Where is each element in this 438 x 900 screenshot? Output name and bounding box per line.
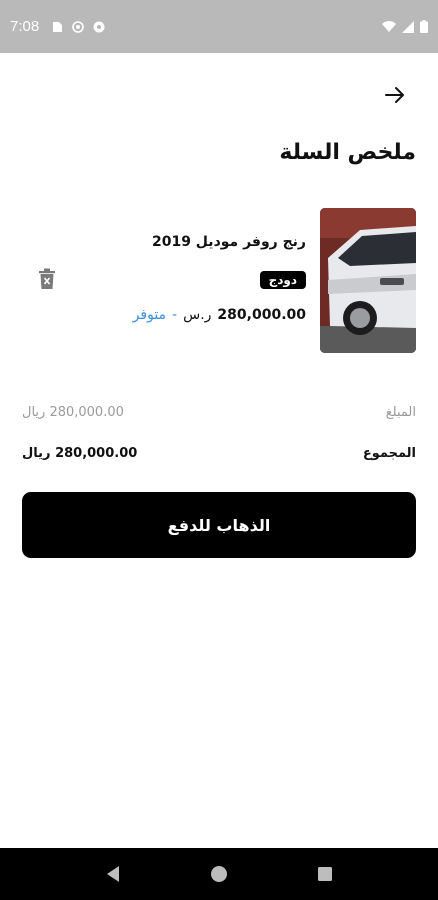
status-time: 7:08 (10, 18, 40, 35)
wifi-icon (382, 20, 396, 32)
nav-recents-button[interactable] (315, 864, 335, 884)
total-row: 280,000.00 ريال المجموع (22, 446, 416, 461)
total-label: المجموع (362, 446, 416, 461)
recents-square-icon (318, 867, 332, 881)
cart-item: رنج روفر موديل 2019 دودج 280,000.00 ر.س … (0, 208, 438, 356)
status-icons-left (51, 20, 105, 33)
status-icons-right (382, 20, 428, 33)
home-circle-icon (211, 866, 227, 882)
item-brand-badge: دودج (259, 271, 306, 289)
battery-icon (420, 20, 428, 33)
checkout-button[interactable]: الذهاب للدفع (22, 492, 416, 558)
item-name: رنج روفر موديل 2019 (151, 234, 306, 250)
item-price: 280,000.00 (217, 307, 306, 323)
amount-value: 280,000.00 ريال (22, 405, 124, 420)
amount-label: المبلغ (385, 405, 416, 420)
back-button[interactable] (382, 82, 408, 108)
nav-home-button[interactable] (209, 864, 229, 884)
amount-row: 280,000.00 ريال المبلغ (22, 405, 416, 420)
price-separator: - (172, 307, 178, 323)
at-sign-icon (72, 20, 85, 33)
car-photo (320, 208, 416, 353)
nav-back-button[interactable] (103, 864, 123, 884)
car-image[interactable] (320, 208, 416, 353)
sim-card-icon (53, 21, 63, 32)
system-nav-bar (0, 848, 438, 900)
signal-icon (402, 20, 414, 33)
item-price-row: 280,000.00 ر.س - متوفر (133, 307, 306, 323)
status-bar: 7:08 (0, 0, 438, 53)
delete-item-button[interactable] (38, 268, 56, 290)
notification-icon (93, 21, 105, 32)
back-triangle-icon (107, 866, 119, 882)
stock-status: متوفر (132, 307, 167, 323)
total-value: 280,000.00 ريال (22, 446, 138, 461)
arrow-right-icon (385, 87, 404, 103)
trash-icon (39, 268, 55, 289)
item-currency: ر.س (183, 307, 212, 323)
page-title: ملخص السلة (279, 140, 416, 165)
